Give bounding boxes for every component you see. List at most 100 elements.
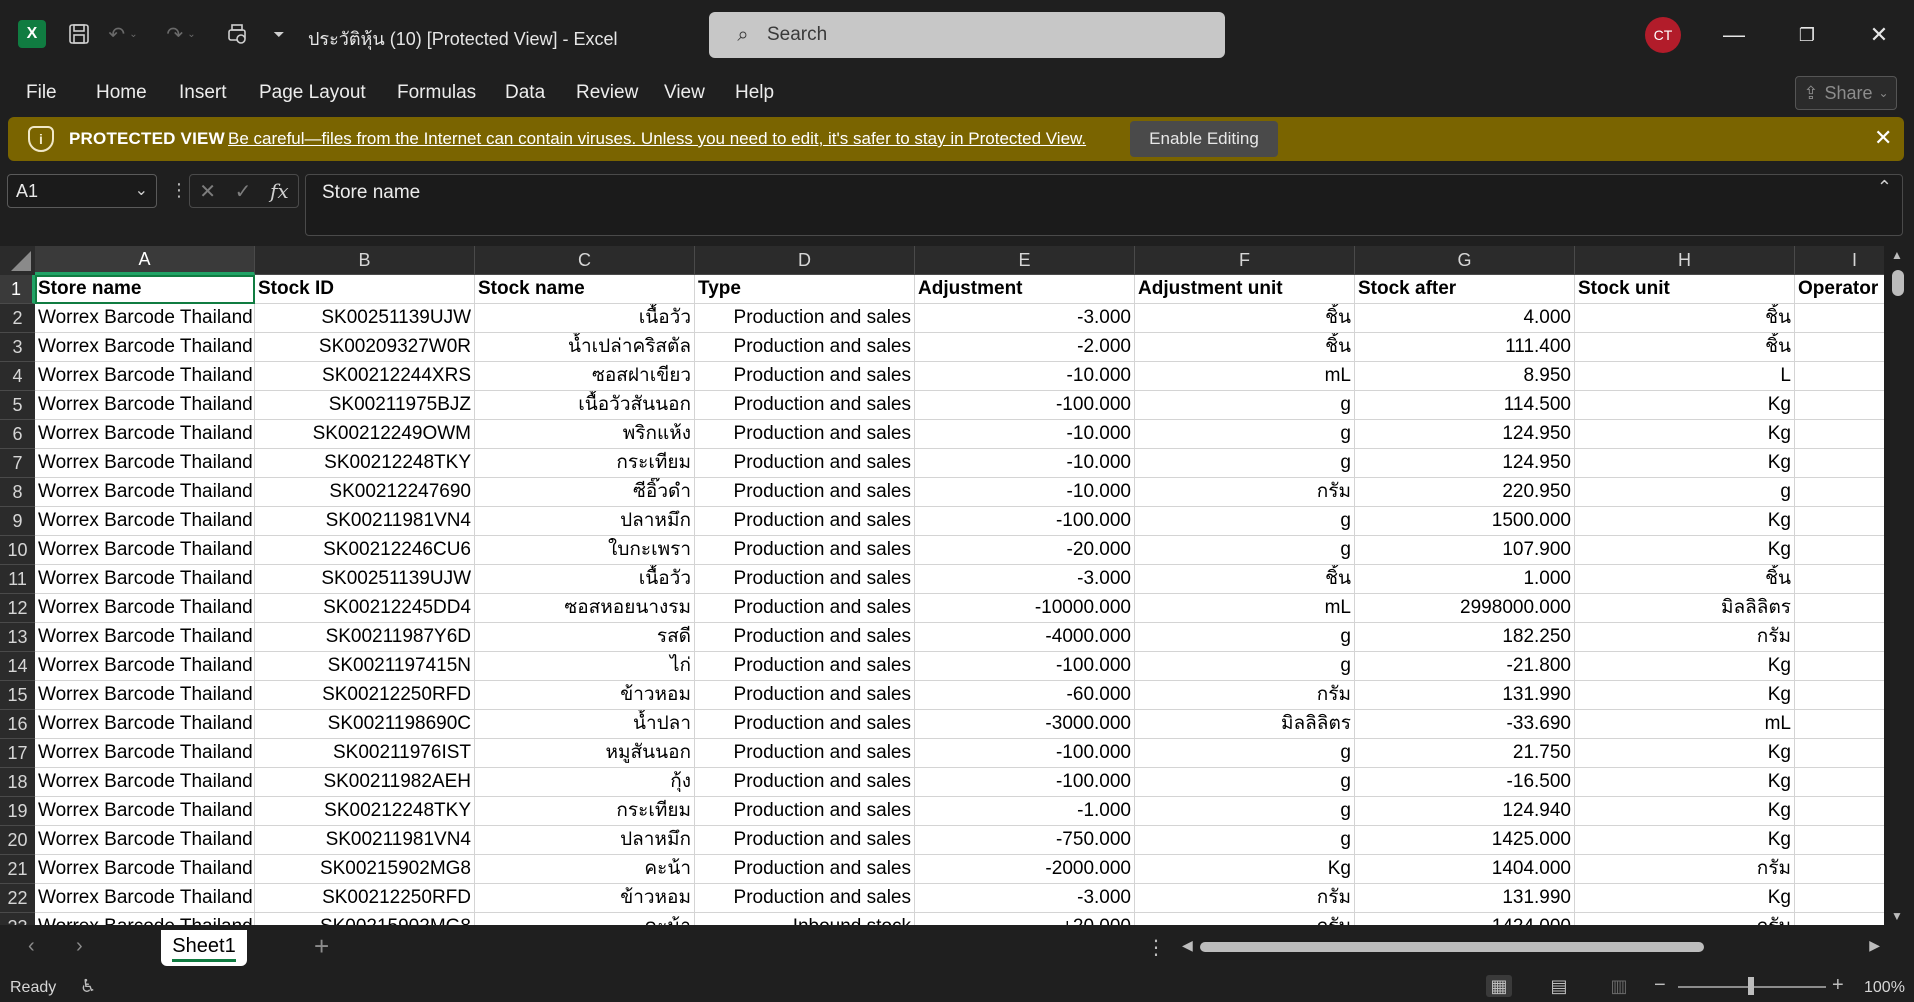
cell-a21[interactable]: Worrex Barcode Thailand: [35, 855, 255, 884]
cell-f16[interactable]: มิลลิลิตร: [1135, 710, 1355, 739]
tab-review[interactable]: Review: [576, 82, 638, 104]
search-box[interactable]: ⌕ Search: [709, 12, 1225, 58]
cell-a19[interactable]: Worrex Barcode Thailand: [35, 797, 255, 826]
cell-d3[interactable]: Production and sales: [695, 333, 915, 362]
cell-h15[interactable]: Kg: [1575, 681, 1795, 710]
cell-a16[interactable]: Worrex Barcode Thailand: [35, 710, 255, 739]
cell-b8[interactable]: SK00212247690: [255, 478, 475, 507]
cell-f6[interactable]: g: [1135, 420, 1355, 449]
spreadsheet-grid[interactable]: A B C D E F G H I 1 Store name Stock ID Stock name Ty…: [0, 246, 1914, 925]
cell-h5[interactable]: Kg: [1575, 391, 1795, 420]
cell-c3[interactable]: น้ำเปล่าคริสตัล: [475, 333, 695, 362]
row-header[interactable]: 9: [0, 507, 35, 536]
row-header[interactable]: 11: [0, 565, 35, 594]
row-header[interactable]: 16: [0, 710, 35, 739]
cell-d5[interactable]: Production and sales: [695, 391, 915, 420]
cell-d13[interactable]: Production and sales: [695, 623, 915, 652]
more-options-icon[interactable]: ⋮: [170, 180, 188, 201]
row-header[interactable]: 10: [0, 536, 35, 565]
cell-e22[interactable]: -3.000: [915, 884, 1135, 913]
cell-g6[interactable]: 124.950: [1355, 420, 1575, 449]
cell-h7[interactable]: Kg: [1575, 449, 1795, 478]
column-header-d[interactable]: D: [695, 246, 915, 275]
cell-d18[interactable]: Production and sales: [695, 768, 915, 797]
cell-a14[interactable]: Worrex Barcode Thailand: [35, 652, 255, 681]
cell-a17[interactable]: Worrex Barcode Thailand: [35, 739, 255, 768]
cell-a10[interactable]: Worrex Barcode Thailand: [35, 536, 255, 565]
cell-d7[interactable]: Production and sales: [695, 449, 915, 478]
cell-b1[interactable]: Stock ID: [255, 275, 475, 304]
column-header-b[interactable]: B: [255, 246, 475, 275]
row-header[interactable]: 18: [0, 768, 35, 797]
row-header[interactable]: 6: [0, 420, 35, 449]
cell-h18[interactable]: Kg: [1575, 768, 1795, 797]
cell-g2[interactable]: 4.000: [1355, 304, 1575, 333]
undo-icon[interactable]: ↶ ⌄: [108, 19, 138, 49]
tab-home[interactable]: Home: [96, 82, 147, 104]
row-header[interactable]: 19: [0, 797, 35, 826]
cell-g16[interactable]: -33.690: [1355, 710, 1575, 739]
cell-e2[interactable]: -3.000: [915, 304, 1135, 333]
cell-e16[interactable]: -3000.000: [915, 710, 1135, 739]
sheet-tab[interactable]: Sheet1: [161, 930, 247, 966]
cell-f17[interactable]: g: [1135, 739, 1355, 768]
row-header[interactable]: 20: [0, 826, 35, 855]
cell-h2[interactable]: ชิ้น: [1575, 304, 1795, 333]
cell-b9[interactable]: SK00211981VN4: [255, 507, 475, 536]
cell-h17[interactable]: Kg: [1575, 739, 1795, 768]
cell-e9[interactable]: -100.000: [915, 507, 1135, 536]
cell-f5[interactable]: g: [1135, 391, 1355, 420]
cell-a3[interactable]: Worrex Barcode Thailand: [35, 333, 255, 362]
normal-view-icon[interactable]: ▦: [1486, 975, 1512, 997]
cell-h14[interactable]: Kg: [1575, 652, 1795, 681]
row-header[interactable]: 5: [0, 391, 35, 420]
cell-f18[interactable]: g: [1135, 768, 1355, 797]
enable-editing-button[interactable]: Enable Editing: [1130, 121, 1278, 157]
cell-c5[interactable]: เนื้อวัวสันนอก: [475, 391, 695, 420]
cell-c13[interactable]: รสดี: [475, 623, 695, 652]
cell-a4[interactable]: Worrex Barcode Thailand: [35, 362, 255, 391]
tab-page-layout[interactable]: Page Layout: [259, 82, 366, 104]
cell-a2[interactable]: Worrex Barcode Thailand: [35, 304, 255, 333]
cell-g18[interactable]: -16.500: [1355, 768, 1575, 797]
cell-g8[interactable]: 220.950: [1355, 478, 1575, 507]
scroll-up-icon[interactable]: ▲: [1891, 248, 1903, 262]
tab-help[interactable]: Help: [735, 82, 774, 104]
cell-e4[interactable]: -10.000: [915, 362, 1135, 391]
cell-a9[interactable]: Worrex Barcode Thailand: [35, 507, 255, 536]
cell-c12[interactable]: ซอสหอยนางรม: [475, 594, 695, 623]
cell-d10[interactable]: Production and sales: [695, 536, 915, 565]
scroll-right-icon[interactable]: ▶: [1869, 937, 1880, 954]
save-icon[interactable]: [64, 19, 94, 49]
cell-d8[interactable]: Production and sales: [695, 478, 915, 507]
cell-a6[interactable]: Worrex Barcode Thailand: [35, 420, 255, 449]
page-layout-view-icon[interactable]: ▤: [1546, 975, 1572, 997]
cell-g13[interactable]: 182.250: [1355, 623, 1575, 652]
cell-f3[interactable]: ชิ้น: [1135, 333, 1355, 362]
scrollbar-thumb[interactable]: [1200, 942, 1704, 952]
row-header[interactable]: 12: [0, 594, 35, 623]
zoom-slider-thumb[interactable]: [1748, 977, 1754, 995]
row-header[interactable]: 23: [0, 913, 35, 925]
cell-a23[interactable]: Worrex Barcode Thailand: [35, 913, 255, 925]
cell-d4[interactable]: Production and sales: [695, 362, 915, 391]
vertical-scrollbar[interactable]: ▲ ▼: [1884, 246, 1914, 925]
cell-h22[interactable]: Kg: [1575, 884, 1795, 913]
cell-f11[interactable]: ชิ้น: [1135, 565, 1355, 594]
cell-a8[interactable]: Worrex Barcode Thailand: [35, 478, 255, 507]
cell-g10[interactable]: 107.900: [1355, 536, 1575, 565]
column-header-h[interactable]: H: [1575, 246, 1795, 275]
cell-e19[interactable]: -1.000: [915, 797, 1135, 826]
row-header[interactable]: 1: [0, 275, 35, 304]
row-header[interactable]: 14: [0, 652, 35, 681]
cell-g3[interactable]: 111.400: [1355, 333, 1575, 362]
cell-c7[interactable]: กระเทียม: [475, 449, 695, 478]
cell-h6[interactable]: Kg: [1575, 420, 1795, 449]
cell-g17[interactable]: 21.750: [1355, 739, 1575, 768]
cell-c20[interactable]: ปลาหมึก: [475, 826, 695, 855]
cell-g21[interactable]: 1404.000: [1355, 855, 1575, 884]
cell-d1[interactable]: Type: [695, 275, 915, 304]
cell-a11[interactable]: Worrex Barcode Thailand: [35, 565, 255, 594]
cell-g22[interactable]: 131.990: [1355, 884, 1575, 913]
cell-f10[interactable]: g: [1135, 536, 1355, 565]
